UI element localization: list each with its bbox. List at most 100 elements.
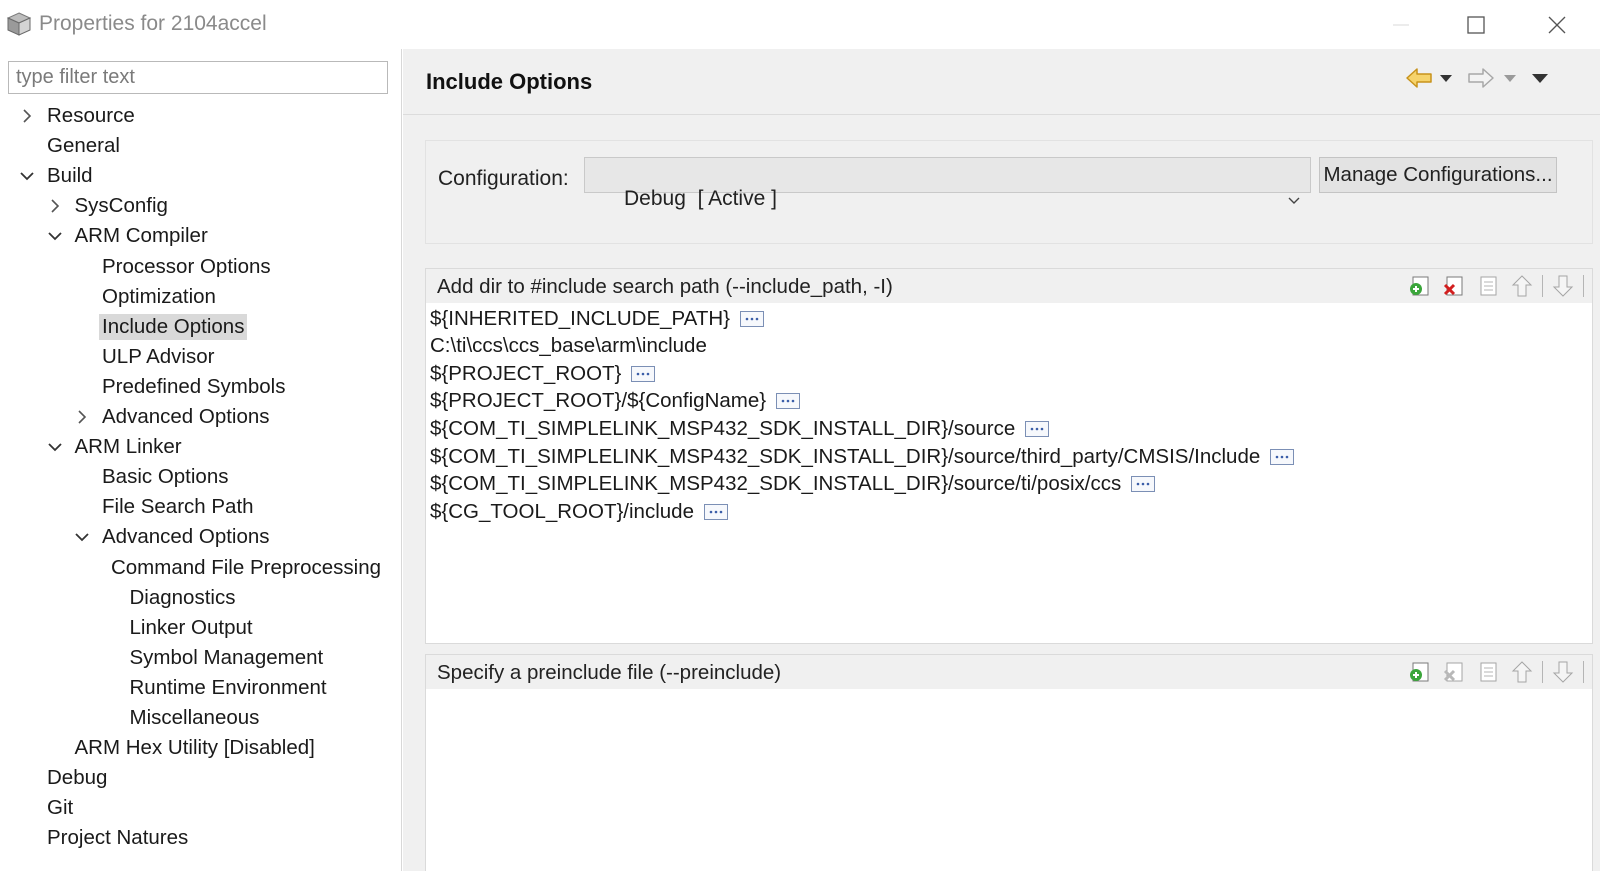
- tree-item[interactable]: File Search Path: [71, 492, 257, 522]
- variable-ellipsis-icon[interactable]: [740, 310, 764, 327]
- chevron-down-icon[interactable]: [71, 526, 93, 548]
- window-title: Properties for 2104accel: [39, 12, 267, 35]
- tree-item[interactable]: Project Natures: [16, 823, 191, 853]
- include-path-title: Add dir to #include search path (--inclu…: [437, 275, 893, 298]
- tree-item-label: Symbol Management: [129, 645, 324, 669]
- list-item[interactable]: ${PROJECT_ROOT}/${ConfigName}: [430, 388, 801, 415]
- back-history-chevron-icon[interactable]: [1439, 64, 1453, 92]
- variable-ellipsis-icon[interactable]: [1131, 476, 1156, 493]
- tree-item[interactable]: Basic Options: [71, 462, 231, 492]
- delete-icon[interactable]: [1440, 659, 1468, 685]
- path-text: ${PROJECT_ROOT}: [430, 361, 622, 385]
- chevron-right-icon[interactable]: [16, 105, 38, 127]
- path-text: ${COM_TI_SIMPLELINK_MSP432_SDK_INSTALL_D…: [430, 472, 1122, 496]
- include-path-header: Add dir to #include search path (--inclu…: [426, 269, 1592, 303]
- chevron-down-icon[interactable]: [44, 436, 66, 458]
- tree-item-label: Processor Options: [102, 254, 271, 278]
- variable-ellipsis-icon[interactable]: [776, 393, 801, 410]
- move-up-icon[interactable]: [1508, 659, 1536, 685]
- tree-item[interactable]: Runtime Environment: [99, 673, 330, 703]
- move-down-icon[interactable]: [1549, 659, 1577, 685]
- close-icon[interactable]: [1532, 8, 1582, 42]
- edit-icon[interactable]: [1474, 659, 1502, 685]
- maximize-icon[interactable]: [1451, 8, 1501, 42]
- delete-icon[interactable]: [1440, 273, 1468, 299]
- tree-item[interactable]: ULP Advisor: [71, 342, 217, 372]
- tree-item[interactable]: Resource: [16, 101, 138, 131]
- tree-item[interactable]: ARM Hex Utility [Disabled]: [44, 733, 318, 763]
- chevron-right-icon[interactable]: [44, 195, 66, 217]
- preinclude-list: Specify a preinclude file (--preinclude): [425, 654, 1593, 871]
- path-text: ${COM_TI_SIMPLELINK_MSP432_SDK_INSTALL_D…: [430, 416, 1016, 440]
- list-item[interactable]: ${CG_TOOL_ROOT}/include: [430, 498, 728, 525]
- tree-item-label: Build: [47, 164, 93, 188]
- tree-item[interactable]: Symbol Management: [99, 643, 327, 673]
- view-menu-icon[interactable]: [1531, 64, 1549, 92]
- tree-item[interactable]: SysConfig: [44, 191, 171, 221]
- variable-ellipsis-icon[interactable]: [1270, 448, 1295, 465]
- forward-arrow-icon[interactable]: [1465, 64, 1495, 92]
- tree-item[interactable]: General: [16, 131, 123, 161]
- variable-ellipsis-icon[interactable]: [1025, 420, 1050, 437]
- tree-item[interactable]: Command File Preprocessing: [99, 553, 385, 583]
- chevron-right-icon[interactable]: [71, 406, 93, 428]
- chevron-down-icon[interactable]: [16, 165, 38, 187]
- tree-item-label: ARM Compiler: [74, 224, 208, 248]
- back-arrow-icon[interactable]: [1405, 64, 1435, 92]
- filter-input[interactable]: [8, 61, 388, 94]
- tree-item[interactable]: Include Options: [71, 312, 248, 342]
- tree-item[interactable]: Diagnostics: [99, 583, 239, 613]
- page-title: Include Options: [426, 69, 593, 94]
- tree-item-label: Advanced Options: [102, 405, 270, 428]
- tree-item-label: Miscellaneous: [129, 706, 260, 729]
- list-item[interactable]: ${COM_TI_SIMPLELINK_MSP432_SDK_INSTALL_D…: [430, 415, 1050, 442]
- tree-item[interactable]: Predefined Symbols: [71, 372, 288, 402]
- variable-ellipsis-icon[interactable]: [703, 503, 728, 520]
- move-up-icon[interactable]: [1508, 273, 1536, 299]
- tree-item[interactable]: ARM Compiler: [44, 221, 211, 251]
- list-item[interactable]: ${PROJECT_ROOT}: [430, 360, 656, 387]
- tree-item[interactable]: Build: [16, 161, 96, 191]
- edit-icon[interactable]: [1474, 273, 1502, 299]
- tree-item-label: Optimization: [102, 284, 216, 308]
- tree-item[interactable]: Processor Options: [71, 252, 274, 282]
- tree-item-label: SysConfig: [74, 194, 168, 218]
- tree-item-label: Debug: [47, 766, 108, 790]
- include-path-toolbar: [1406, 273, 1584, 299]
- list-item[interactable]: ${COM_TI_SIMPLELINK_MSP432_SDK_INSTALL_D…: [430, 443, 1295, 470]
- list-item[interactable]: ${COM_TI_SIMPLELINK_MSP432_SDK_INSTALL_D…: [430, 471, 1156, 498]
- add-icon[interactable]: [1406, 273, 1434, 299]
- tree-item[interactable]: Advanced Options: [71, 522, 273, 552]
- tree-item[interactable]: Debug: [16, 763, 110, 793]
- list-item[interactable]: ${INHERITED_INCLUDE_PATH}: [430, 305, 764, 332]
- chevron-down-icon[interactable]: [44, 225, 66, 247]
- tree-item[interactable]: Optimization: [71, 282, 219, 312]
- add-icon[interactable]: [1406, 659, 1434, 685]
- manage-configurations-button[interactable]: Manage Configurations...: [1319, 157, 1557, 193]
- forward-history-chevron-icon[interactable]: [1503, 64, 1517, 92]
- configuration-label: Configuration:: [438, 167, 569, 190]
- variable-ellipsis-icon[interactable]: [631, 365, 656, 382]
- tree-item[interactable]: Miscellaneous: [99, 703, 263, 733]
- move-down-icon[interactable]: [1549, 273, 1577, 299]
- tree-item[interactable]: Linker Output: [99, 613, 256, 643]
- tree-item-label: Command File Preprocessing: [110, 555, 381, 579]
- configuration-select[interactable]: Debug [ Active ]: [584, 157, 1311, 210]
- minimize-icon[interactable]: [1376, 8, 1426, 42]
- tree-item-label: General: [47, 134, 120, 158]
- tree-item[interactable]: ARM Linker: [44, 432, 185, 462]
- tree-item[interactable]: Git: [16, 793, 76, 823]
- toolbar-separator: [1583, 661, 1584, 683]
- tree-item[interactable]: Advanced Options: [71, 402, 273, 432]
- list-item[interactable]: C:\ti\ccs\ccs_base\arm\include: [430, 333, 707, 360]
- tree-item-label: ARM Hex Utility [Disabled]: [74, 736, 315, 760]
- tree-item-label: Predefined Symbols: [102, 374, 286, 398]
